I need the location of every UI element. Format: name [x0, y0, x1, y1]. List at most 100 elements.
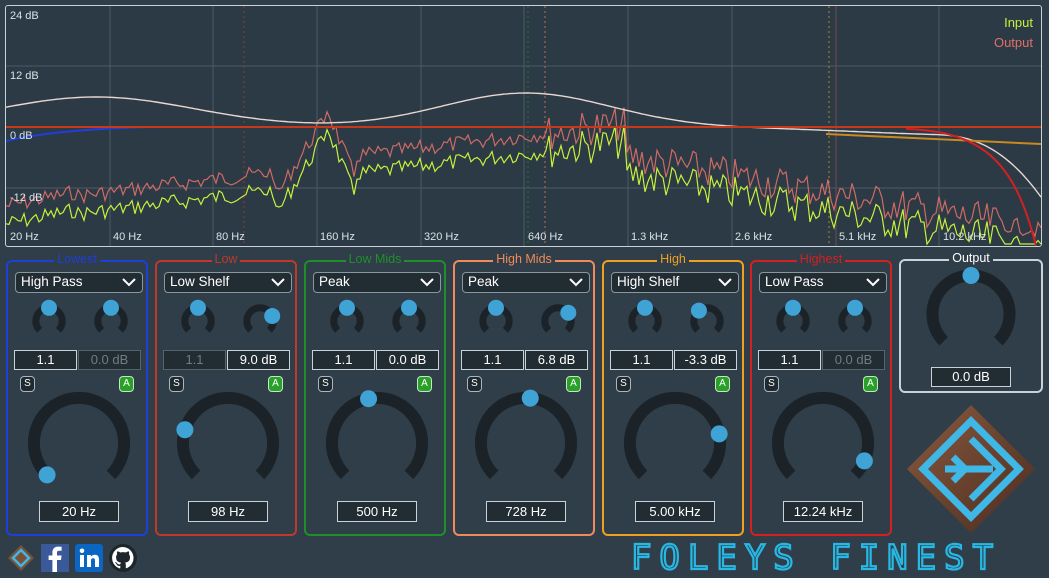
knob-handle [38, 466, 56, 484]
filter-type-select[interactable]: Peak [462, 272, 590, 293]
band-panel-high: High High Shelf 1.1 -3.3 dB S A 5.00 kHz [602, 252, 744, 536]
output-panel: Output 0.0 dB [899, 251, 1043, 393]
output-title: Output [949, 251, 993, 265]
band-response-high [825, 133, 1041, 145]
frequency-knob[interactable] [24, 388, 134, 498]
chevron-down-icon [420, 278, 434, 287]
knob-track [474, 391, 578, 480]
gain-value[interactable]: 0.0 dB [376, 350, 439, 370]
filter-type-value: Low Pass [765, 274, 824, 289]
band-panel-low-mids: Low Mids Peak 1.1 0.0 dB S A 500 Hz [304, 252, 446, 536]
db-label-minus12: -12 dB [10, 192, 43, 204]
gain-knob[interactable] [387, 299, 431, 343]
db-label-12: 12 dB [10, 70, 39, 82]
hz-label: 10.2 kHz [943, 231, 987, 243]
band-panel-low: Low Low Shelf 1.1 9.0 dB S A 98 Hz [155, 252, 297, 536]
hz-label: 80 Hz [216, 231, 245, 243]
output-gain-knob[interactable] [924, 267, 1018, 361]
quality-value[interactable]: 1.1 [14, 350, 77, 370]
quality-value[interactable]: 1.1 [758, 350, 821, 370]
quality-knob[interactable] [325, 299, 369, 343]
hz-label: 1.3 kHz [631, 231, 669, 243]
quality-knob[interactable] [623, 299, 667, 343]
knob-handle [339, 299, 355, 316]
knob-handle [401, 299, 417, 316]
brand-wordmark: FOLEYS FINEST [630, 542, 1001, 574]
frequency-analyser[interactable]: 24 dB 12 dB 0 dB -12 dB 20 Hz 40 Hz 80 H… [5, 5, 1042, 247]
filter-type-value: Peak [319, 274, 350, 289]
filter-type-select[interactable]: Low Shelf [164, 272, 292, 293]
knob-handle [962, 267, 980, 284]
knob-track [27, 391, 131, 480]
quality-value[interactable]: 1.1 [610, 350, 673, 370]
band-title: Lowest [54, 252, 100, 266]
foleys-icon[interactable] [6, 543, 36, 573]
gain-knob[interactable] [685, 299, 729, 343]
facebook-icon[interactable] [40, 543, 70, 573]
gain-knob[interactable] [89, 299, 133, 343]
filter-type-value: High Pass [21, 274, 83, 289]
knob-handle [360, 390, 378, 408]
quality-value[interactable]: 1.1 [312, 350, 375, 370]
frequency-value[interactable]: 12.24 kHz [783, 501, 863, 522]
frequency-knob[interactable] [471, 388, 581, 498]
filter-type-select[interactable]: Low Pass [759, 272, 887, 293]
band-panel-high-mids: High Mids Peak 1.1 6.8 dB S A 728 Hz [453, 252, 595, 536]
gain-knob[interactable] [238, 299, 282, 343]
frequency-knob[interactable] [322, 388, 432, 498]
chevron-down-icon [718, 278, 732, 287]
frequency-value[interactable]: 98 Hz [188, 501, 268, 522]
knob-handle [560, 304, 577, 321]
frequency-value[interactable]: 500 Hz [337, 501, 417, 522]
filter-type-value: Low Shelf [170, 274, 230, 289]
hz-label: 640 Hz [528, 231, 563, 243]
gain-value[interactable]: 9.0 dB [227, 350, 290, 370]
hz-label: 5.1 kHz [839, 231, 877, 243]
gain-value[interactable]: 0.0 dB [78, 350, 141, 370]
quality-knob[interactable] [771, 299, 815, 343]
brand-text: FOLEYS FINEST [631, 542, 1001, 574]
knob-handle [855, 452, 873, 470]
output-gain-value[interactable]: 0.0 dB [931, 367, 1011, 387]
frequency-value[interactable]: 728 Hz [486, 501, 566, 522]
gain-value[interactable]: 6.8 dB [525, 350, 588, 370]
band-title: High [657, 252, 689, 266]
filter-type-select[interactable]: High Shelf [611, 272, 739, 293]
knob-handle [785, 299, 801, 316]
frequency-knob[interactable] [768, 388, 878, 498]
quality-value[interactable]: 1.1 [461, 350, 524, 370]
filter-type-value: High Shelf [617, 274, 680, 289]
analyser-plot[interactable] [6, 6, 1041, 246]
gain-value[interactable]: -3.3 dB [674, 350, 737, 370]
foleys-logo-icon [907, 405, 1035, 533]
band-panel-lowest: Lowest High Pass 1.1 0.0 dB S A 20 Hz [6, 252, 148, 536]
linkedin-icon[interactable] [74, 543, 104, 573]
hz-label: 2.6 kHz [735, 231, 773, 243]
frequency-knob[interactable] [620, 388, 730, 498]
knob-track [771, 391, 875, 480]
gain-knob[interactable] [833, 299, 877, 343]
chevron-down-icon [271, 278, 285, 287]
hz-label: 320 Hz [424, 231, 459, 243]
quality-value[interactable]: 1.1 [163, 350, 226, 370]
filter-type-select[interactable]: Peak [313, 272, 441, 293]
db-label-24: 24 dB [10, 10, 39, 22]
band-title: High Mids [493, 252, 555, 266]
db-label-0: 0 dB [10, 130, 33, 142]
gain-value[interactable]: 0.0 dB [822, 350, 885, 370]
frequency-knob[interactable] [173, 388, 283, 498]
gain-knob[interactable] [536, 299, 580, 343]
knob-track [176, 391, 280, 480]
hz-label: 160 Hz [320, 231, 355, 243]
quality-knob[interactable] [176, 299, 220, 343]
hz-label: 40 Hz [113, 231, 142, 243]
frequency-value[interactable]: 20 Hz [39, 501, 119, 522]
github-icon[interactable] [108, 543, 138, 573]
knob-handle [488, 299, 504, 316]
knob-handle [264, 307, 281, 324]
quality-knob[interactable] [27, 299, 71, 343]
filter-type-select[interactable]: High Pass [15, 272, 143, 293]
quality-knob[interactable] [474, 299, 518, 343]
frequency-value[interactable]: 5.00 kHz [635, 501, 715, 522]
chevron-down-icon [122, 278, 136, 287]
